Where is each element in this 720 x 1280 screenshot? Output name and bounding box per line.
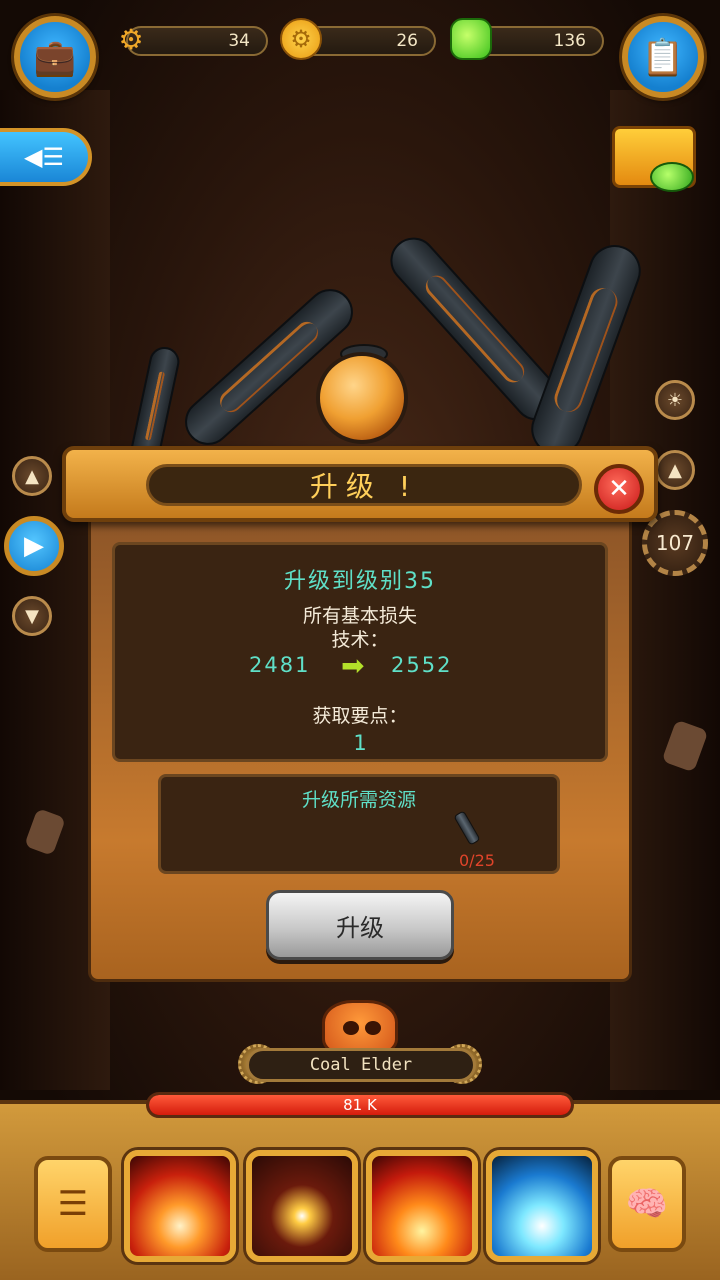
stage-level: 107 [655,531,695,555]
quests-button[interactable]: 📋 [622,16,704,98]
menu-icon: ◀☰ [24,143,64,171]
gem-count: 136 [553,31,586,51]
boss-name: Coal Elder [309,1055,413,1075]
boss-name-plate: Coal Elder [246,1048,476,1082]
boss-core-orb[interactable] [316,352,408,444]
coin-count: 26 [396,31,418,51]
list-icon: ☰ [57,1184,89,1224]
gear-count: 34 [228,31,250,51]
coin-icon: ⚙ [280,18,322,60]
chest-gem-icon [650,162,694,192]
arrow-right-icon: ➡ [341,649,365,682]
skill-fire-blast[interactable] [366,1150,478,1262]
scroll-up-left-button[interactable]: ▲ [12,456,52,496]
all-base-damage-label: 所有基本损失 [302,605,417,627]
resources-needed-label: 升级所需资源 [301,789,416,811]
brain-icon: 🧠 [625,1184,669,1224]
chevron-up-icon: ▲ [668,459,682,481]
boss-hp-text: 81 K [343,1096,377,1114]
skill-ice-drill[interactable] [486,1150,598,1262]
required-resources-panel: 升级所需资源 0/25 [158,774,560,874]
upgrade-dialog-header: 升级 ! ✕ [62,446,658,522]
brain-button[interactable]: 🧠 [608,1156,686,1252]
close-icon: ✕ [608,474,630,504]
new-value: 2552 [391,653,453,677]
close-button[interactable]: ✕ [594,464,644,514]
resource-progress: 0/25 [459,851,495,870]
chevron-down-icon: ▼ [25,605,39,627]
sun-button[interactable]: ☀ [655,380,695,420]
skill-laser-beam[interactable] [124,1150,236,1262]
briefcase-icon: 💼 [33,37,77,77]
side-menu-button[interactable]: ◀☰ [0,128,92,186]
points-value: 1 [353,731,367,755]
clipboard-icon: 📋 [641,37,685,77]
gem-icon [450,18,492,60]
play-button[interactable]: ▶ [4,516,64,576]
upgrades-list-button[interactable]: ☰ [34,1156,112,1252]
play-icon: ▶ [24,531,44,561]
tech-label: 技术： [331,629,389,651]
dialog-title: 升级 ! [146,464,582,506]
scroll-up-right-button[interactable]: ▲ [655,450,695,490]
old-value: 2481 [249,653,311,677]
chevron-up-icon: ▲ [25,465,39,487]
inventory-button[interactable]: 💼 [14,16,96,98]
upgrade-button[interactable]: 升级 [266,890,454,960]
upgrade-to-level: 升级到级别35 [284,569,436,594]
scroll-down-left-button[interactable]: ▼ [12,596,52,636]
coal-rod-icon [453,810,481,846]
gear-icon: ⚙ [118,22,144,56]
gain-points-label: 获取要点： [312,705,408,727]
sun-icon: ☀ [666,389,684,411]
upgrade-info-panel: 升级到级别35 所有基本损失 技术： 2481 ➡ 2552 获取要点： 1 [112,542,608,762]
skill-bomb-burst[interactable] [246,1150,358,1262]
